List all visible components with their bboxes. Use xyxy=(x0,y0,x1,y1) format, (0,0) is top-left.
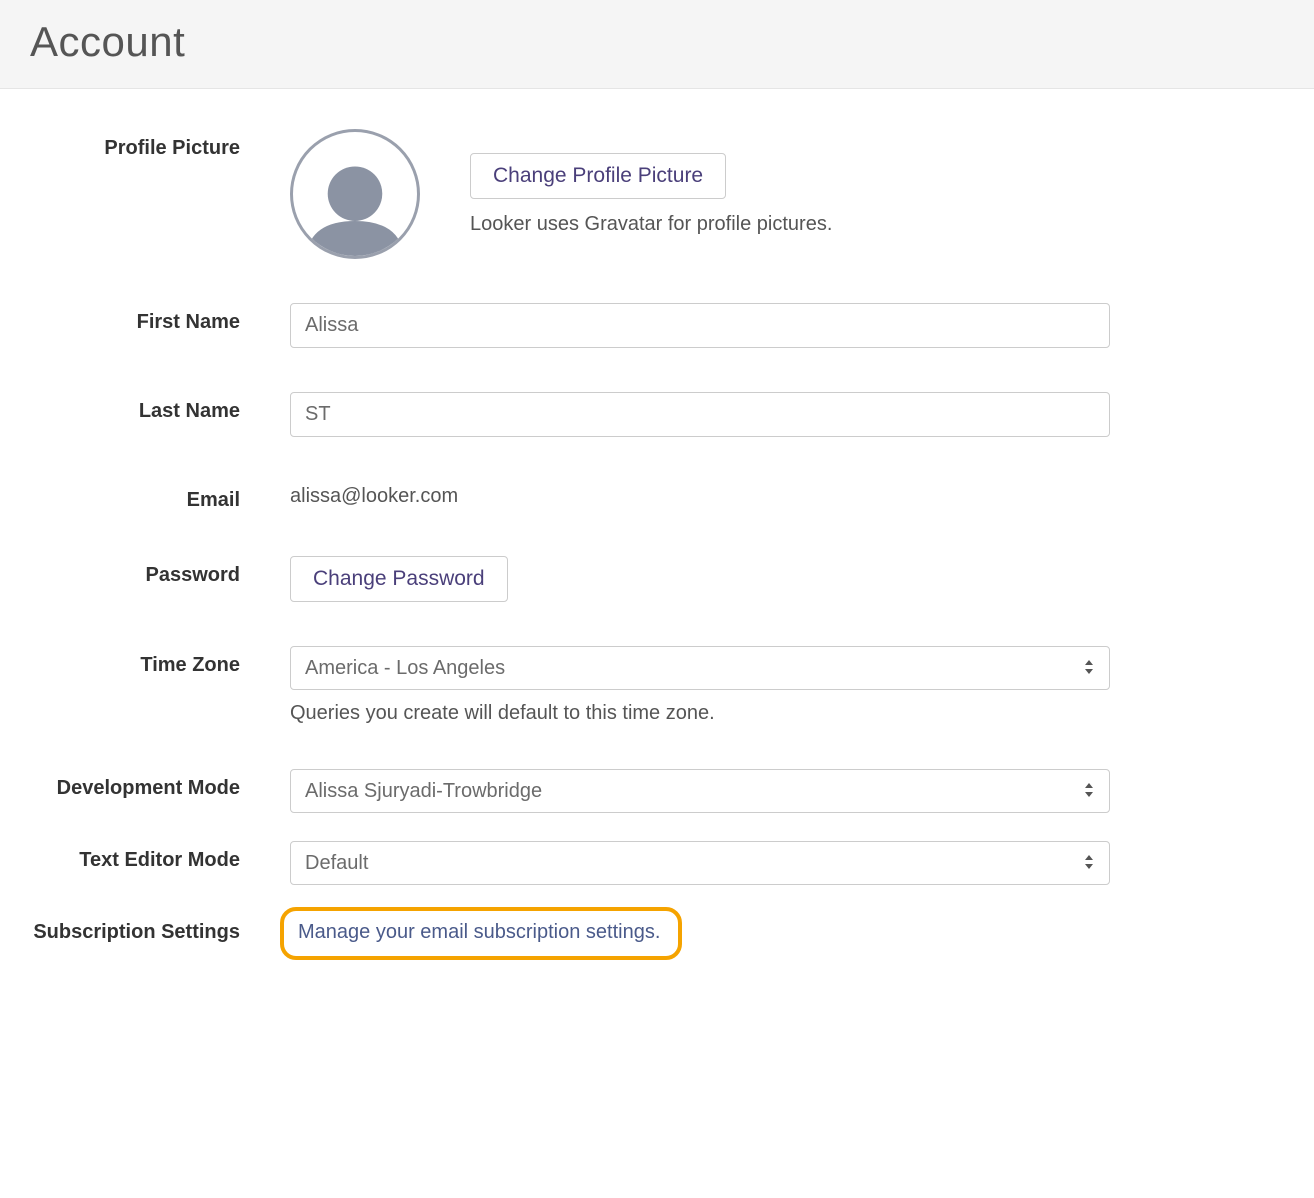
first-name-row: First Name xyxy=(30,303,1284,348)
email-row: Email alissa@looker.com xyxy=(30,481,1284,512)
highlight-annotation: Manage your email subscription settings. xyxy=(280,907,682,960)
time-zone-select[interactable]: America - Los Angeles xyxy=(290,646,1110,690)
text-editor-mode-row: Text Editor Mode Default xyxy=(30,841,1284,885)
page-title: Account xyxy=(30,18,1284,66)
text-editor-mode-label: Text Editor Mode xyxy=(30,841,290,872)
last-name-input[interactable] xyxy=(290,392,1110,437)
development-mode-label: Development Mode xyxy=(30,769,290,800)
time-zone-row: Time Zone America - Los Angeles Queries … xyxy=(30,646,1284,725)
profile-picture-row: Profile Picture Change Profile Picture L… xyxy=(30,129,1284,259)
email-label: Email xyxy=(30,481,290,512)
password-label: Password xyxy=(30,556,290,587)
profile-picture-label: Profile Picture xyxy=(30,129,290,160)
first-name-label: First Name xyxy=(30,303,290,334)
avatar-icon xyxy=(290,129,420,259)
time-zone-help: Queries you create will default to this … xyxy=(290,702,1110,725)
change-profile-picture-button[interactable]: Change Profile Picture xyxy=(470,153,726,199)
text-editor-mode-select[interactable]: Default xyxy=(290,841,1110,885)
last-name-row: Last Name xyxy=(30,392,1284,437)
first-name-input[interactable] xyxy=(290,303,1110,348)
email-value: alissa@looker.com xyxy=(290,481,1110,508)
page-header: Account xyxy=(0,0,1314,89)
development-mode-select[interactable]: Alissa Sjuryadi-Trowbridge xyxy=(290,769,1110,813)
subscription-settings-label: Subscription Settings xyxy=(30,913,290,944)
account-form: Profile Picture Change Profile Picture L… xyxy=(0,89,1314,1000)
password-row: Password Change Password xyxy=(30,556,1284,602)
person-silhouette-icon xyxy=(293,159,417,258)
last-name-label: Last Name xyxy=(30,392,290,423)
change-password-button[interactable]: Change Password xyxy=(290,556,508,602)
manage-subscription-link[interactable]: Manage your email subscription settings. xyxy=(298,921,660,943)
time-zone-label: Time Zone xyxy=(30,646,290,677)
subscription-settings-row: Subscription Settings Manage your email … xyxy=(30,913,1284,960)
profile-picture-hint: Looker uses Gravatar for profile picture… xyxy=(470,213,832,236)
development-mode-row: Development Mode Alissa Sjuryadi-Trowbri… xyxy=(30,769,1284,813)
